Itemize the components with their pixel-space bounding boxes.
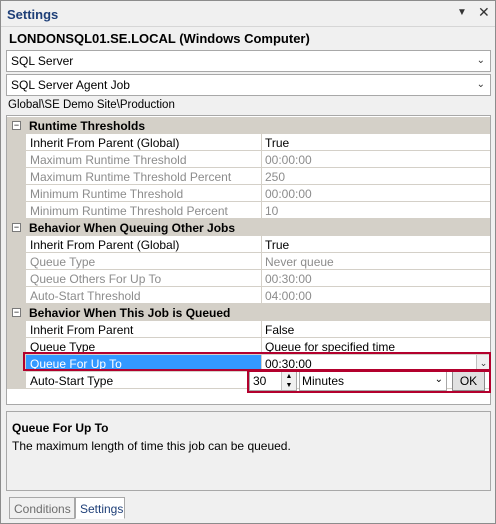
spin-up-icon[interactable]: ▲ (281, 372, 296, 381)
description-panel: Queue For Up To The maximum length of ti… (6, 411, 491, 491)
property-value[interactable]: 00:00:00 (262, 185, 490, 202)
time-unit-value: Minutes (302, 374, 345, 388)
spin-down-icon[interactable]: ▼ (281, 381, 296, 390)
property-row[interactable]: Queue Others For Up To 00:30:00 (7, 270, 490, 287)
property-value[interactable]: 04:00:00 (262, 287, 490, 304)
chevron-down-icon[interactable]: ⌄ (476, 355, 490, 371)
property-value[interactable]: False (262, 321, 490, 338)
settings-window: Settings ▼ ✕ LONDONSQL01.SE.LOCAL (Windo… (0, 0, 496, 524)
description-title: Queue For Up To (12, 421, 109, 435)
property-row[interactable]: Inherit From Parent (Global) True (7, 134, 490, 151)
tab-conditions[interactable]: Conditions (9, 497, 75, 519)
object-type-dropdown[interactable]: SQL Server ⌄ (6, 50, 491, 72)
category-behavior-queuing-others[interactable]: − Behavior When Queuing Other Jobs (7, 219, 490, 236)
property-value[interactable]: 250 (262, 168, 490, 185)
property-row[interactable]: Minimum Runtime Threshold Percent 10 (7, 202, 490, 219)
property-row[interactable]: Inherit From Parent (Global) True (7, 236, 490, 253)
property-value[interactable]: Queue for specified time (262, 338, 490, 355)
property-value[interactable]: 10 (262, 202, 490, 219)
property-name: Inherit From Parent (Global) (26, 236, 262, 253)
category-runtime-thresholds[interactable]: − Runtime Thresholds (7, 117, 490, 134)
property-name: Inherit From Parent (26, 321, 262, 338)
property-row[interactable]: Inherit From Parent False (7, 321, 490, 338)
time-unit-dropdown[interactable]: Minutes ⌄ (299, 371, 447, 391)
spinner-value[interactable]: 30 (253, 374, 266, 388)
property-value[interactable]: 00:30:00 (262, 270, 490, 287)
property-name: Maximum Runtime Threshold Percent (26, 168, 262, 185)
server-name: LONDONSQL01.SE.LOCAL (Windows Computer) (9, 31, 310, 46)
category-label: Behavior When This Job is Queued (29, 306, 231, 320)
title-bar: Settings ▼ ✕ (1, 1, 495, 27)
property-name: Auto-Start Threshold (26, 287, 262, 304)
property-row[interactable]: Maximum Runtime Threshold 00:00:00 (7, 151, 490, 168)
category-label: Runtime Thresholds (29, 119, 146, 133)
property-row[interactable]: Minimum Runtime Threshold 00:00:00 (7, 185, 490, 202)
property-name: Queue Type (26, 338, 262, 355)
property-value[interactable]: Never queue (262, 253, 490, 270)
settings-type-value: SQL Server Agent Job (11, 78, 130, 92)
queue-time-dropdown[interactable]: 00:30:00 ⌄ (262, 355, 490, 372)
chevron-down-icon[interactable]: ⌄ (435, 374, 443, 385)
category-behavior-job-queued[interactable]: − Behavior When This Job is Queued (7, 304, 490, 321)
property-name: Minimum Runtime Threshold (26, 185, 262, 202)
property-name: Minimum Runtime Threshold Percent (26, 202, 262, 219)
property-value[interactable]: 00:00:00 (262, 151, 490, 168)
property-row[interactable]: Auto-Start Threshold 04:00:00 (7, 287, 490, 304)
property-row[interactable]: Queue Type Never queue (7, 253, 490, 270)
category-label: Behavior When Queuing Other Jobs (29, 221, 236, 235)
breadcrumb: Global\SE Demo Site\Production (8, 99, 175, 111)
close-icon[interactable]: ✕ (478, 4, 490, 21)
collapse-icon[interactable]: − (12, 121, 21, 130)
property-name: Queue Type (26, 253, 262, 270)
collapse-icon[interactable]: − (12, 308, 21, 317)
window-title: Settings (7, 7, 59, 22)
property-row[interactable]: Maximum Runtime Threshold Percent 250 (7, 168, 490, 185)
property-name: Auto-Start Type (26, 372, 262, 389)
object-type-value: SQL Server (11, 54, 74, 68)
property-grid: − Runtime Thresholds Inherit From Parent… (6, 115, 491, 405)
property-name: Maximum Runtime Threshold (26, 151, 262, 168)
collapse-icon[interactable]: − (12, 223, 21, 232)
chevron-down-icon[interactable]: ⌄ (477, 55, 485, 66)
ok-button[interactable]: OK (452, 371, 485, 391)
property-row[interactable]: Queue Type Queue for specified time (7, 338, 490, 355)
pin-down-icon[interactable]: ▼ (457, 7, 467, 18)
property-value[interactable]: True (262, 134, 490, 151)
property-name: Inherit From Parent (Global) (26, 134, 262, 151)
property-value[interactable]: True (262, 236, 490, 253)
chevron-down-icon[interactable]: ⌄ (477, 79, 485, 90)
time-spinner[interactable]: 30 ▲ ▼ (249, 371, 297, 391)
settings-type-dropdown[interactable]: SQL Server Agent Job ⌄ (6, 74, 491, 96)
description-text: The maximum length of time this job can … (12, 439, 291, 453)
property-name: Queue For Up To (26, 355, 262, 372)
property-value: 00:30:00 (265, 357, 312, 371)
property-name: Queue Others For Up To (26, 270, 262, 287)
tab-settings[interactable]: Settings (75, 497, 125, 519)
property-row-selected[interactable]: Queue For Up To 00:30:00 ⌄ (7, 355, 490, 372)
